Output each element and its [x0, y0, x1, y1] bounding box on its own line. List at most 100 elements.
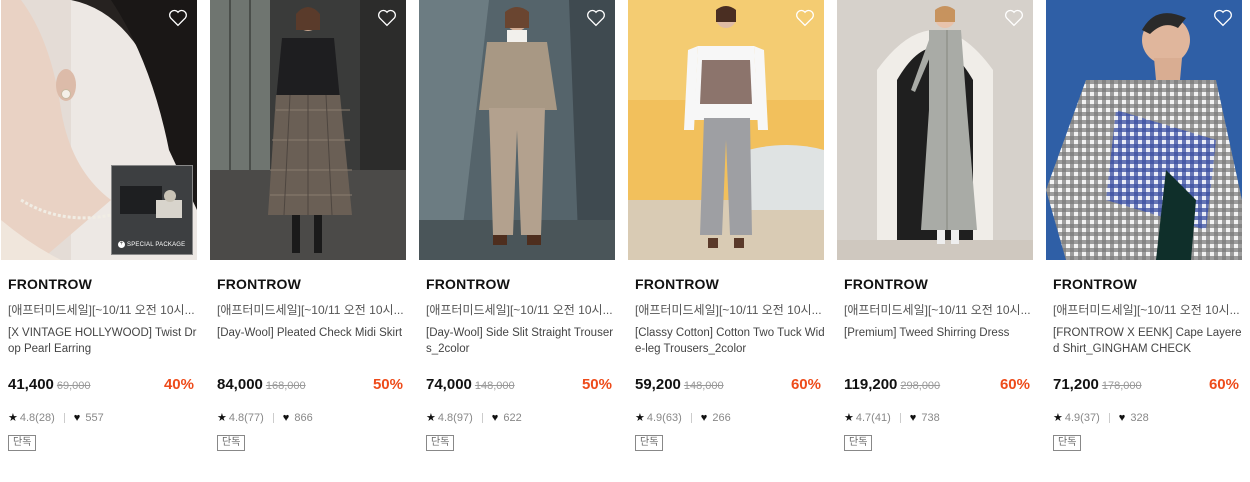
original-price: 148,000: [683, 380, 724, 392]
product-name[interactable]: [Day-Wool] Side Slit Straight Trousers_2…: [426, 325, 616, 357]
product-card[interactable]: FRONTROW [애프터미드세일][~10/11 오전 10시... [Pre…: [837, 0, 1033, 482]
rating: 4.8(97): [437, 411, 473, 424]
original-price: 148,000: [474, 380, 515, 392]
promo-text: [애프터미드세일][~10/11 오전 10시...: [217, 303, 404, 317]
sale-price: 59,200: [635, 376, 681, 393]
brand-name[interactable]: FRONTROW: [844, 276, 928, 292]
promo-text: [애프터미드세일][~10/11 오전 10시...: [1053, 303, 1240, 317]
product-image[interactable]: [419, 0, 615, 260]
discount-rate: 50%: [372, 376, 403, 393]
exclusive-badge: 단독: [1053, 435, 1082, 451]
product-card[interactable]: + SPECIAL PACKAGE FRONTROW [애프터미드세일][~10/…: [1, 0, 197, 482]
heart-filled-icon: ♥: [491, 411, 499, 424]
discount-rate: 40%: [163, 376, 194, 393]
sale-price: 74,000: [426, 376, 472, 393]
review-row: ★ 4.9(63) ♥ 266: [635, 411, 731, 425]
product-image[interactable]: [837, 0, 1033, 260]
wishlist-heart-icon[interactable]: [586, 9, 606, 27]
discount-rate: 50%: [581, 376, 612, 393]
original-price: 69,000: [56, 380, 91, 392]
discount-rate: 60%: [790, 376, 821, 393]
wishlist-heart-icon[interactable]: [168, 9, 188, 27]
rating: 4.9(37): [1064, 411, 1100, 424]
divider: [481, 412, 483, 423]
heart-filled-icon: ♥: [282, 411, 290, 424]
like-count: 738: [921, 411, 940, 424]
exclusive-badge: 단독: [217, 435, 246, 451]
rating: 4.7(41): [855, 411, 891, 424]
like-count: 328: [1130, 411, 1149, 424]
product-card[interactable]: FRONTROW [애프터미드세일][~10/11 오전 10시... [Day…: [419, 0, 615, 482]
rating: 4.9(63): [646, 411, 682, 424]
plus-icon: +: [118, 241, 125, 248]
original-price: 168,000: [265, 380, 306, 392]
discount-rate: 60%: [999, 376, 1030, 393]
review-row: ★ 4.7(41) ♥ 738: [844, 411, 940, 425]
price-row: 71,200 178,000 60%: [1053, 376, 1239, 396]
price-row: 74,000 148,000 50%: [426, 376, 612, 396]
product-card[interactable]: FRONTROW [애프터미드세일][~10/11 오전 10시... [Cla…: [628, 0, 825, 482]
wishlist-heart-icon[interactable]: [1004, 9, 1024, 27]
brand-name[interactable]: FRONTROW: [635, 276, 719, 292]
review-row: ★ 4.9(37) ♥ 328: [1053, 411, 1149, 425]
product-card[interactable]: FRONTROW [애프터미드세일][~10/11 오전 10시... [Day…: [210, 0, 406, 482]
exclusive-badge: 단독: [8, 435, 37, 451]
star-icon: ★: [844, 412, 854, 424]
price-row: 59,200 148,000 60%: [635, 376, 821, 396]
promo-text: [애프터미드세일][~10/11 오전 10시...: [426, 303, 613, 317]
wishlist-heart-icon[interactable]: [377, 9, 397, 27]
divider: [690, 412, 692, 423]
product-image[interactable]: [1046, 0, 1242, 260]
review-row: ★ 4.8(97) ♥ 622: [426, 411, 522, 425]
review-row: ★ 4.8(77) ♥ 866: [217, 411, 313, 425]
sale-price: 41,400: [8, 376, 54, 393]
like-count: 557: [85, 411, 104, 424]
product-name[interactable]: [Premium] Tweed Shirring Dress: [844, 325, 1034, 341]
star-icon: ★: [217, 412, 227, 424]
like-count: 266: [712, 411, 731, 424]
wishlist-heart-icon[interactable]: [795, 9, 815, 27]
product-name[interactable]: [X VINTAGE HOLLYWOOD] Twist Drop Pearl E…: [8, 325, 198, 357]
exclusive-badge: 단독: [635, 435, 664, 451]
sale-price: 71,200: [1053, 376, 1099, 393]
rating: 4.8(28): [19, 411, 55, 424]
package-label: SPECIAL PACKAGE: [127, 241, 186, 248]
original-price: 298,000: [900, 380, 941, 392]
promo-text: [애프터미드세일][~10/11 오전 10시...: [8, 303, 195, 317]
product-name[interactable]: [FRONTROW X EENK] Cape Layered Shirt_GIN…: [1053, 325, 1243, 357]
product-image[interactable]: + SPECIAL PACKAGE: [1, 0, 197, 260]
promo-text: [애프터미드세일][~10/11 오전 10시...: [844, 303, 1031, 317]
heart-filled-icon: ♥: [909, 411, 917, 424]
star-icon: ★: [426, 412, 436, 424]
product-name[interactable]: [Classy Cotton] Cotton Two Tuck Wide-leg…: [635, 325, 825, 357]
sale-price: 84,000: [217, 376, 263, 393]
exclusive-badge: 단독: [426, 435, 455, 451]
brand-name[interactable]: FRONTROW: [1053, 276, 1137, 292]
star-icon: ★: [635, 412, 645, 424]
product-image[interactable]: [210, 0, 406, 260]
review-row: ★ 4.8(28) ♥ 557: [8, 411, 104, 425]
sale-price: 119,200: [844, 376, 898, 393]
brand-name[interactable]: FRONTROW: [217, 276, 301, 292]
product-image[interactable]: [628, 0, 824, 260]
star-icon: ★: [1053, 412, 1063, 424]
product-grid: + SPECIAL PACKAGE FRONTROW [애프터미드세일][~10/…: [0, 0, 1250, 482]
heart-filled-icon: ♥: [700, 411, 708, 424]
brand-name[interactable]: FRONTROW: [426, 276, 510, 292]
product-card[interactable]: FRONTROW [애프터미드세일][~10/11 오전 10시... [FRO…: [1046, 0, 1242, 482]
wishlist-heart-icon[interactable]: [1213, 9, 1233, 27]
product-name[interactable]: [Day-Wool] Pleated Check Midi Skirt: [217, 325, 407, 341]
price-row: 41,400 69,000 40%: [8, 376, 194, 396]
divider: [1108, 412, 1110, 423]
price-row: 119,200 298,000 60%: [844, 376, 1030, 396]
brand-name[interactable]: FRONTROW: [8, 276, 92, 292]
like-count: 622: [503, 411, 522, 424]
original-price: 178,000: [1101, 380, 1142, 392]
heart-filled-icon: ♥: [1118, 411, 1126, 424]
divider: [63, 412, 65, 423]
price-row: 84,000 168,000 50%: [217, 376, 403, 396]
promo-text: [애프터미드세일][~10/11 오전 10시...: [635, 303, 822, 317]
special-package-thumbnail: + SPECIAL PACKAGE: [111, 165, 193, 255]
like-count: 866: [294, 411, 313, 424]
discount-rate: 60%: [1208, 376, 1239, 393]
